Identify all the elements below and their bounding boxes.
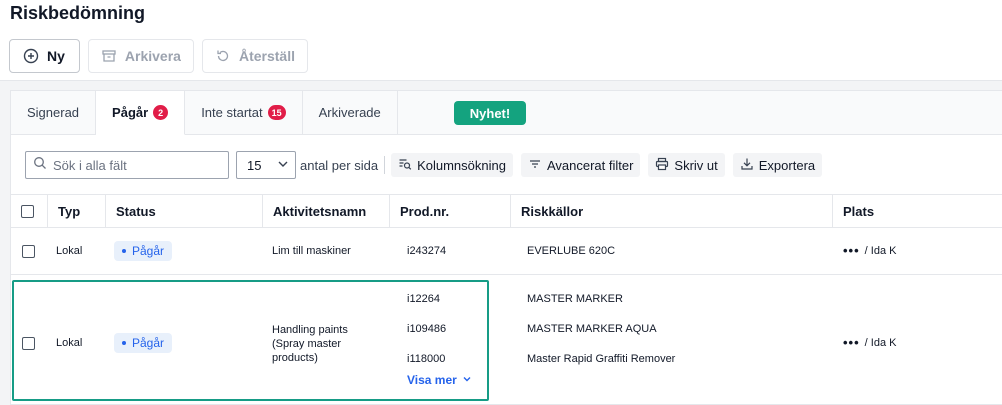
restore-icon <box>215 48 231 64</box>
tab-label: Pågår <box>112 105 149 120</box>
filter-bar: 15 antal per sida Kolumnsökning Avancera… <box>25 151 830 179</box>
header-risk-sources[interactable]: Riskkällor <box>510 195 832 227</box>
risk-source-cell: MASTER MARKER AQUA <box>527 323 657 335</box>
header-prod-nr[interactable]: Prod.nr. <box>389 195 510 227</box>
archive-button-label: Arkivera <box>124 48 181 64</box>
risk-source-cell: MASTER MARKER <box>527 293 623 305</box>
per-page-label: antal per sida <box>300 157 379 173</box>
advanced-filter-button[interactable]: Avancerat filter <box>520 153 641 177</box>
tab-in-progress[interactable]: Pågår 2 <box>96 91 186 135</box>
plats-value: / Ida K <box>864 336 897 349</box>
filter-icon <box>528 157 542 174</box>
header-status[interactable]: Status <box>105 195 262 227</box>
news-button[interactable]: Nyhet! <box>453 101 527 125</box>
status-badge: Pågår <box>114 241 173 261</box>
header-activity[interactable]: Aktivitetsnamn <box>262 195 389 227</box>
plats-value: / Ida K <box>864 244 897 257</box>
restore-button[interactable]: Återställ <box>201 39 308 73</box>
header-select-all-cell <box>11 195 47 227</box>
row-checkbox[interactable] <box>22 245 35 258</box>
column-search-icon <box>398 157 412 174</box>
new-button[interactable]: Ny <box>9 39 80 73</box>
status-label: Pågår <box>132 244 165 258</box>
export-button[interactable]: Exportera <box>732 153 823 177</box>
divider <box>384 156 386 174</box>
activity-cell: Lim till maskiner <box>272 245 351 257</box>
column-search-button[interactable]: Kolumnsökning <box>391 153 513 177</box>
tab-spacer: Nyhet! <box>397 91 1002 134</box>
tab-bar: Signerad Pågår 2 Inte startat 15 Arkiver… <box>11 91 1002 135</box>
prod-nr-cell: i243274 <box>407 245 447 257</box>
download-icon <box>740 157 754 174</box>
chevron-down-icon <box>277 158 289 173</box>
header-plats[interactable]: Plats <box>832 195 1002 227</box>
plats-cell: ••• / Ida K <box>843 336 896 349</box>
page-size-value: 15 <box>247 157 262 173</box>
typ-cell: Lokal <box>56 245 83 257</box>
new-button-label: Ny <box>47 48 65 64</box>
count-badge: 15 <box>267 105 286 120</box>
select-all-checkbox[interactable] <box>21 204 34 218</box>
table-header: Typ Status Aktivitetsnamn Prod.nr. Riskk… <box>11 194 1002 228</box>
tab-not-started[interactable]: Inte startat 15 <box>185 91 303 134</box>
restore-button-label: Återställ <box>238 48 295 64</box>
header-typ[interactable]: Typ <box>47 195 105 227</box>
search-icon <box>33 156 47 175</box>
status-dot <box>122 249 126 253</box>
page-size-select[interactable]: 15 <box>236 151 296 179</box>
tab-label: Inte startat <box>201 105 263 120</box>
search-box <box>25 151 229 179</box>
printer-icon <box>655 157 669 174</box>
highlight-box <box>12 280 489 401</box>
tab-label: Signerad <box>27 105 80 120</box>
page-title: Riskbedömning <box>10 3 146 23</box>
table-row[interactable]: Lokal Pågår Lim till maskiner i243274 EV… <box>11 228 1002 275</box>
tab-archived[interactable]: Arkiverade <box>302 91 398 134</box>
count-badge: 2 <box>153 105 169 120</box>
plus-circle-icon <box>23 48 39 64</box>
archive-icon <box>101 48 117 64</box>
export-label: Exportera <box>758 157 816 173</box>
column-search-label: Kolumnsökning <box>417 157 506 173</box>
archive-button[interactable]: Arkivera <box>87 39 194 73</box>
print-label: Skriv ut <box>674 157 718 173</box>
search-input[interactable] <box>53 157 213 173</box>
tab-signed[interactable]: Signerad <box>11 91 97 134</box>
more-options-icon[interactable]: ••• <box>843 244 860 257</box>
tab-label: Arkiverade <box>318 105 381 120</box>
toolbar: Ny Arkivera Återställ <box>9 39 308 73</box>
print-button[interactable]: Skriv ut <box>648 153 725 177</box>
plats-cell: ••• / Ida K <box>843 244 896 257</box>
more-options-icon[interactable]: ••• <box>843 336 860 349</box>
advanced-filter-label: Avancerat filter <box>546 157 634 173</box>
risk-source-cell: EVERLUBE 620C <box>527 245 616 257</box>
risk-source-cell: Master Rapid Graffiti Remover <box>527 353 676 365</box>
